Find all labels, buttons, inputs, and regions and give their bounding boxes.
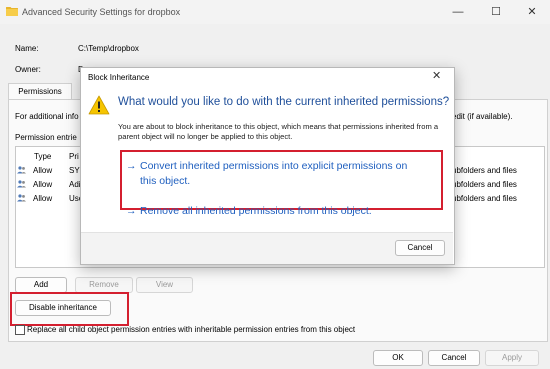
entry-principal: Adi [69, 180, 81, 189]
users-icon [17, 180, 26, 188]
replace-child-label: Replace all child object permission entr… [27, 325, 356, 334]
disable-inheritance-button[interactable]: Disable inheritance [15, 300, 111, 316]
column-header-principal[interactable]: Pri [69, 152, 79, 161]
tab-permissions[interactable]: Permissions [8, 83, 72, 100]
entry-applies-to: ubfolders and files [452, 166, 517, 175]
folder-icon [6, 7, 18, 16]
dialog-question: What would you like to do with the curre… [118, 96, 450, 108]
apply-button[interactable]: Apply [485, 350, 539, 366]
ok-button[interactable]: OK [373, 350, 423, 366]
info-text-right: edit (if available). [452, 112, 513, 121]
users-icon [17, 194, 26, 202]
minimize-button[interactable]: — [448, 4, 468, 20]
name-label: Name: [15, 44, 39, 53]
dialog-description: You are about to block inheritance to th… [118, 122, 439, 141]
cancel-button[interactable]: Cancel [428, 350, 480, 366]
convert-option-line1: Convert inherited permissions into expli… [140, 160, 408, 172]
view-button[interactable]: View [136, 277, 193, 293]
dialog-cancel-button[interactable]: Cancel [395, 240, 445, 256]
convert-option-line2: this object. [140, 175, 191, 187]
column-header-type[interactable]: Type [34, 152, 51, 161]
remove-permissions-option[interactable]: → Remove all inherited permissions from … [126, 205, 436, 220]
entry-type: Allow [33, 166, 53, 175]
maximize-button[interactable]: ☐ [486, 4, 506, 20]
info-text: For additional info [15, 112, 79, 121]
add-button[interactable]: Add [15, 277, 67, 293]
warning-icon [88, 95, 110, 115]
entry-applies-to: ubfolders and files [452, 180, 517, 189]
convert-permissions-option[interactable]: → Convert inherited permissions into exp… [126, 160, 436, 192]
arrow-right-icon: → [126, 160, 137, 172]
name-value: C:\Temp\dropbox [78, 44, 139, 53]
users-icon [17, 166, 26, 174]
entry-applies-to: ubfolders and files [452, 194, 517, 203]
owner-label: Owner: [15, 65, 41, 74]
dialog-close-button[interactable]: ✕ [432, 69, 441, 82]
entry-type: Allow [33, 194, 53, 203]
arrow-right-icon: → [126, 205, 137, 217]
window-title: Advanced Security Settings for dropbox [22, 7, 181, 17]
replace-child-checkbox[interactable] [15, 325, 25, 335]
close-window-button[interactable]: ✕ [522, 4, 542, 20]
permission-entries-label: Permission entrie [15, 133, 77, 142]
entry-type: Allow [33, 180, 53, 189]
remove-option-label: Remove all inherited permissions from th… [140, 205, 372, 217]
dialog-title: Block Inheritance [88, 73, 150, 82]
remove-button[interactable]: Remove [75, 277, 133, 293]
